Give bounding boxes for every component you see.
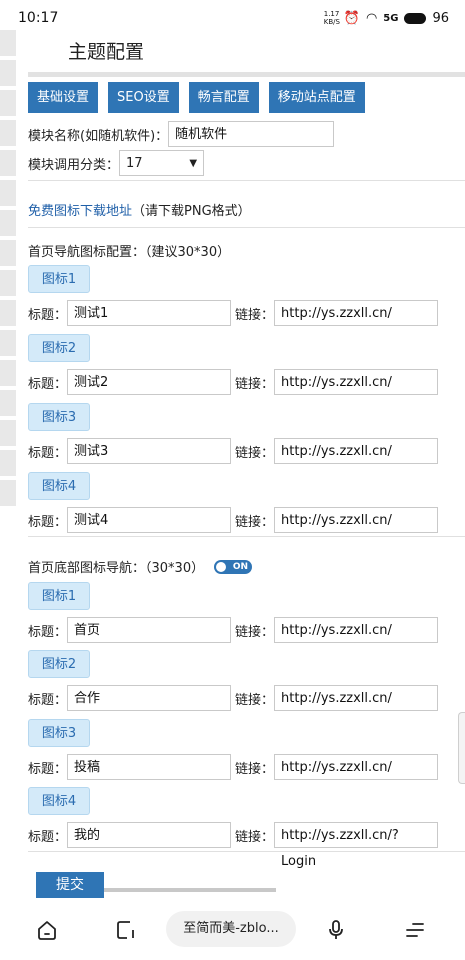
wifi-icon: ◠ [365,10,378,26]
submit-button[interactable]: 提交 [36,872,104,898]
bottom-item-3-link-input[interactable]: http://ys.zzxll.cn/ [274,754,439,780]
free-icons-note: （请下载PNG格式） [132,204,251,219]
divider [28,851,465,852]
tab-basic[interactable]: 基础设置 [28,82,99,113]
top-item-2-title-input[interactable]: 测试2 [67,369,232,395]
bottom-icon-2-button[interactable]: 图标2 [28,650,90,678]
top-item-4-title-input[interactable]: 测试4 [67,507,232,533]
signal-icon: 5G [383,12,399,24]
bottom-icon-4-button[interactable]: 图标4 [28,787,90,815]
top-item-4-row: 标题： 测试4 链接： http://ys.zzxll.cn/ [28,507,439,533]
title-label: 标题： [28,445,68,461]
divider [28,227,465,228]
top-icon-1-button[interactable]: 图标1 [28,265,90,293]
bottom-item-4-row: 标题： 我的 链接： http://ys.zzxll.cn/?Login [28,822,439,869]
divider [28,536,465,537]
link-label: 链接： [235,307,275,323]
battery-icon [404,12,427,24]
link-label: 链接： [235,624,275,640]
link-label: 链接： [235,376,275,392]
bottom-icon-3-button[interactable]: 图标3 [28,719,90,747]
bottom-nav-heading-row: 首页底部图标导航：（30*30） ON [28,557,253,576]
network-speed: 1.17 KB/S [323,10,340,26]
browser-navbar: 至简而美-zblo... [0,902,465,960]
link-label: 链接： [235,514,275,530]
toggle-knob [216,561,227,572]
bottom-item-3-row: 标题： 投稿 链接： http://ys.zzxll.cn/ [28,754,439,780]
bottom-item-2-row: 标题： 合作 链接： http://ys.zzxll.cn/ [28,685,439,711]
battery-level: 96 [432,10,449,26]
top-item-2-row: 标题： 测试2 链接： http://ys.zzxll.cn/ [28,369,439,395]
top-item-1-link-input[interactable]: http://ys.zzxll.cn/ [274,300,439,326]
bottom-item-2-link-input[interactable]: http://ys.zzxll.cn/ [274,685,439,711]
title-label: 标题： [28,692,68,708]
scroll-handle[interactable] [458,712,465,784]
top-icon-3-button[interactable]: 图标3 [28,403,90,431]
bottom-nav-heading: 首页底部图标导航：（30*30） [28,561,205,576]
bottom-item-1-title-input[interactable]: 首页 [67,617,232,643]
free-icons-link[interactable]: 免费图标下载地址 [28,200,132,219]
module-name-input[interactable]: 随机软件 [168,121,335,147]
tab-mobile[interactable]: 移动站点配置 [268,82,365,113]
microphone-icon[interactable] [322,916,350,944]
top-nav-heading: 首页导航图标配置：（建议30*30） [28,245,231,260]
address-bar[interactable]: 至简而美-zblo... [166,911,296,947]
top-item-4-link-input[interactable]: http://ys.zzxll.cn/ [274,507,439,533]
tab-seo[interactable]: SEO设置 [108,82,179,113]
module-name-row: 模块名称(如随机软件)： 随机软件 [28,121,335,147]
module-category-label: 模块调用分类： [28,157,120,173]
bottom-icon-1-button[interactable]: 图标1 [28,582,90,610]
divider [28,180,465,181]
top-item-3-title-input[interactable]: 测试3 [67,438,232,464]
link-label: 链接： [235,445,275,461]
settings-tabs: 基础设置 SEO设置 畅言配置 移动站点配置 [28,82,365,113]
page-title: 主题配置 [68,41,145,63]
dropdown-arrow-icon: ▼ [189,158,198,169]
top-icon-4-button[interactable]: 图标4 [28,472,90,500]
tabs-icon[interactable] [112,916,140,944]
bottom-item-2-title-input[interactable]: 合作 [67,685,232,711]
home-icon[interactable] [33,916,61,944]
module-category-value: 17 [126,156,143,171]
alarm-icon: ⏰ [343,10,360,26]
title-label: 标题： [28,761,68,777]
top-item-3-link-input[interactable]: http://ys.zzxll.cn/ [274,438,439,464]
title-label: 标题： [28,376,68,392]
bottom-nav-toggle[interactable]: ON [214,559,253,574]
bottom-item-1-row: 标题： 首页 链接： http://ys.zzxll.cn/ [28,617,439,643]
title-label: 标题： [28,829,68,845]
status-time: 10:17 [18,10,59,26]
status-icons: 1.17 KB/S ⏰ ◠ 5G 96 [324,10,449,26]
top-item-3-row: 标题： 测试3 链接： http://ys.zzxll.cn/ [28,438,439,464]
bottom-item-4-title-input[interactable]: 我的 [67,822,232,848]
tab-changyan[interactable]: 畅言配置 [188,82,259,113]
module-category-select[interactable]: 17 ▼ [119,150,205,176]
sidebar-strip [0,30,16,518]
title-divider [28,72,465,77]
module-category-row: 模块调用分类： 17 ▼ [28,150,205,176]
horizontal-scrollbar[interactable] [104,888,276,892]
status-bar: 10:17 1.17 KB/S ⏰ ◠ 5G 96 [0,0,465,36]
top-item-2-link-input[interactable]: http://ys.zzxll.cn/ [274,369,439,395]
toggle-label: ON [232,561,249,572]
free-icons-row: 免费图标下载地址 （请下载PNG格式） [28,200,251,219]
menu-icon[interactable] [401,916,429,944]
bottom-item-4-link-input[interactable]: http://ys.zzxll.cn/?Login [274,822,439,869]
title-label: 标题： [28,624,68,640]
bottom-item-1-link-input[interactable]: http://ys.zzxll.cn/ [274,617,439,643]
module-name-label: 模块名称(如随机软件)： [28,128,169,144]
link-label: 链接： [235,761,275,777]
link-label: 链接： [235,692,275,708]
top-icon-2-button[interactable]: 图标2 [28,334,90,362]
title-label: 标题： [28,307,68,323]
top-item-1-title-input[interactable]: 测试1 [67,300,232,326]
bottom-item-3-title-input[interactable]: 投稿 [67,754,232,780]
top-item-1-row: 标题： 测试1 链接： http://ys.zzxll.cn/ [28,300,439,326]
link-label: 链接： [235,829,275,845]
title-label: 标题： [28,514,68,530]
